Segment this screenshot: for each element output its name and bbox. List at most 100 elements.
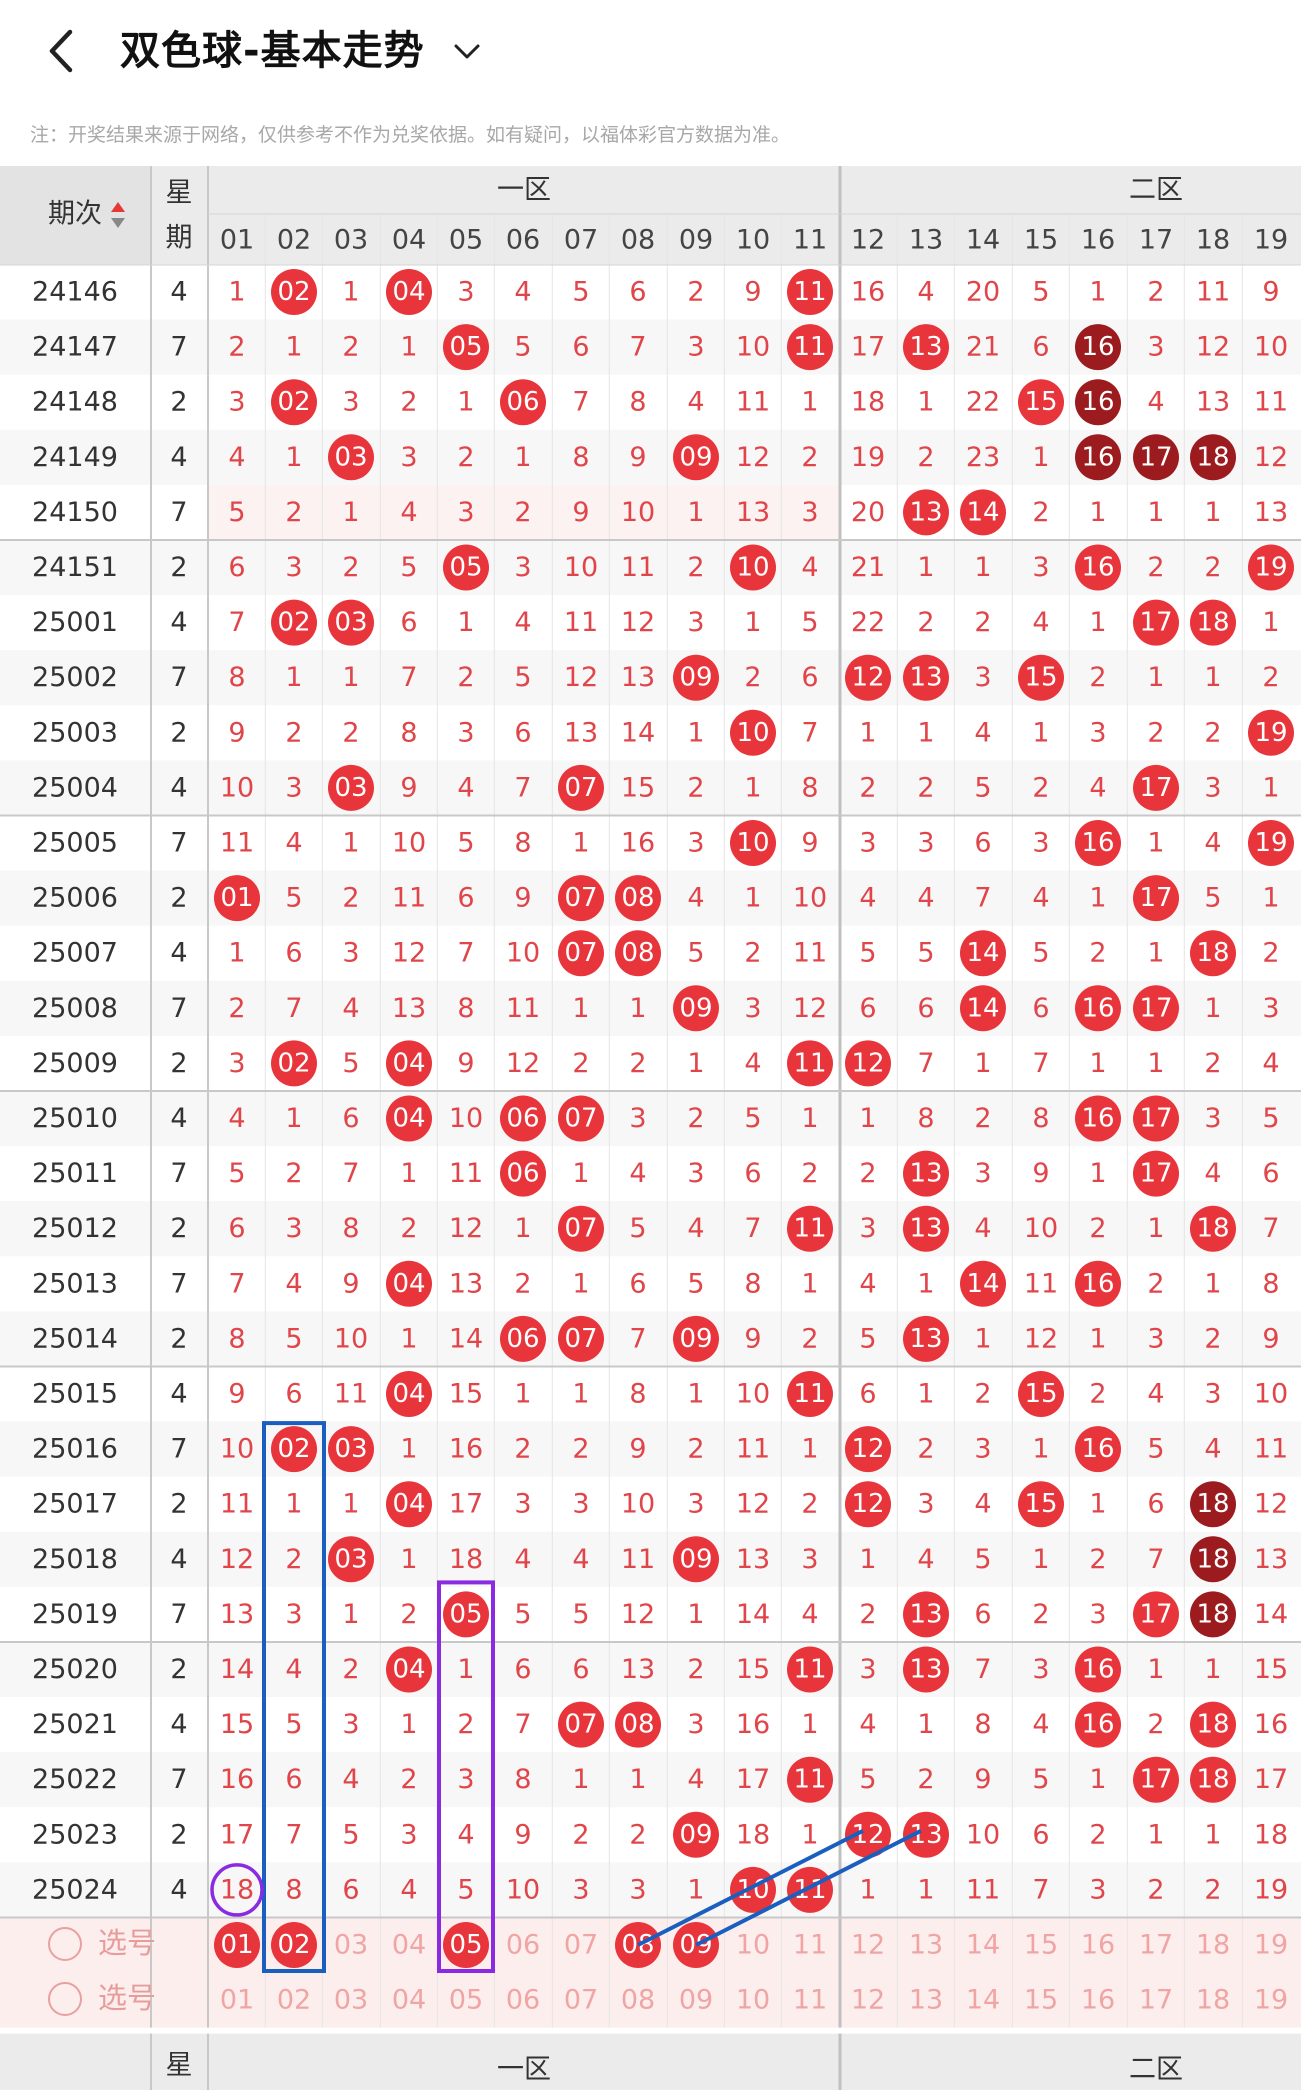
select-number: 18 (1196, 1930, 1230, 1961)
miss-count: 7 (744, 1213, 761, 1244)
miss-count: 5 (1032, 938, 1049, 969)
miss-count: 6 (285, 1764, 302, 1795)
miss-count: 14 (1254, 1599, 1288, 1630)
drawn-number: 10 (736, 718, 769, 748)
bottom-zone2-label: 二区 (1129, 2054, 1183, 2085)
column-header: 07 (564, 225, 598, 256)
miss-count: 2 (917, 1434, 934, 1465)
miss-count: 4 (285, 828, 302, 859)
miss-count: 3 (859, 1654, 876, 1685)
miss-count: 16 (621, 828, 655, 859)
back-button[interactable] (40, 24, 84, 78)
miss-count: 13 (736, 497, 770, 528)
miss-count: 6 (285, 1379, 302, 1410)
drawn-number: 12 (851, 1048, 884, 1078)
chevron-down-icon[interactable] (450, 34, 484, 68)
drawn-number: 18 (1196, 608, 1229, 638)
miss-count: 5 (572, 1599, 589, 1630)
select-number: 19 (1254, 1985, 1288, 2016)
miss-count: 5 (1032, 277, 1049, 308)
miss-count: 3 (917, 828, 934, 859)
drawn-number: 18 (1196, 1489, 1229, 1519)
miss-count: 6 (514, 717, 531, 748)
drawn-number: 18 (1196, 1544, 1229, 1574)
miss-count: 7 (514, 772, 531, 803)
issue-number: 24150 (32, 497, 118, 528)
drawn-number: 18 (1196, 1214, 1229, 1244)
miss-count: 12 (621, 1599, 655, 1630)
miss-count: 2 (572, 1048, 589, 1079)
miss-count: 4 (514, 1544, 531, 1575)
issue-number: 25018 (32, 1544, 118, 1575)
weekday-value: 2 (170, 387, 187, 418)
miss-count: 1 (801, 387, 818, 418)
weekday-value: 7 (170, 1599, 187, 1630)
select-number: 09 (679, 1985, 713, 2016)
bottom-weekday-top: 星 (166, 2050, 193, 2081)
miss-count: 2 (1147, 1268, 1164, 1299)
miss-count: 1 (400, 1158, 417, 1189)
miss-count: 4 (744, 1048, 761, 1079)
miss-count: 4 (1262, 1048, 1279, 1079)
miss-count: 11 (506, 993, 540, 1024)
select-number: 18 (1196, 1985, 1230, 2016)
miss-count: 12 (449, 1213, 483, 1244)
selected-number: 02 (277, 1930, 310, 1960)
miss-count: 12 (220, 1544, 254, 1575)
miss-count: 7 (285, 1819, 302, 1850)
miss-count: 3 (228, 387, 245, 418)
issue-number: 25010 (32, 1103, 118, 1134)
drawn-number: 16 (1081, 1269, 1114, 1299)
miss-count: 5 (974, 1544, 991, 1575)
miss-count: 3 (1204, 772, 1221, 803)
miss-count: 7 (917, 1048, 934, 1079)
column-header: 17 (1139, 225, 1173, 256)
miss-count: 12 (392, 938, 426, 969)
miss-count: 1 (1147, 662, 1164, 693)
miss-count: 6 (228, 1213, 245, 1244)
drawn-number: 07 (564, 1324, 597, 1354)
miss-count: 5 (1262, 1103, 1279, 1134)
miss-count: 4 (1204, 1434, 1221, 1465)
column-header: 16 (1081, 225, 1115, 256)
issue-column-header: 期次 (48, 199, 102, 230)
drawn-number: 15 (1024, 663, 1057, 693)
select-number: 03 (334, 1930, 368, 1961)
miss-count: 10 (506, 1874, 540, 1905)
miss-count: 5 (228, 497, 245, 528)
column-header: 08 (621, 225, 655, 256)
miss-count: 9 (228, 717, 245, 748)
miss-count: 3 (572, 1489, 589, 1520)
miss-count: 5 (342, 1819, 359, 1850)
header: 双色球-基本走势 (0, 0, 1301, 100)
miss-count: 4 (1204, 1158, 1221, 1189)
miss-count: 1 (228, 938, 245, 969)
miss-count: 7 (514, 1709, 531, 1740)
miss-count: 13 (621, 1654, 655, 1685)
drawn-number: 16 (1081, 553, 1114, 583)
miss-count: 2 (1147, 717, 1164, 748)
trend-chart: 期次星期一区 二区01 02 03 04 05 06 07 08 09 10 11 12 13 14 15 16… (0, 166, 1301, 2090)
miss-count: 1 (285, 442, 302, 473)
miss-count: 20 (851, 497, 885, 528)
miss-count: 1 (629, 1764, 646, 1795)
miss-count: 1 (457, 1654, 474, 1685)
miss-count: 2 (1204, 1048, 1221, 1079)
weekday-value: 2 (170, 1213, 187, 1244)
miss-count: 11 (564, 607, 598, 638)
miss-count: 10 (736, 332, 770, 363)
issue-number: 24148 (32, 387, 118, 418)
miss-count: 2 (228, 332, 245, 363)
miss-count: 6 (974, 828, 991, 859)
miss-count: 1 (514, 1379, 531, 1410)
miss-count: 3 (400, 442, 417, 473)
miss-count: 2 (801, 1158, 818, 1189)
miss-count: 12 (1196, 332, 1230, 363)
column-header: 06 (506, 225, 540, 256)
miss-count: 6 (1032, 1819, 1049, 1850)
weekday-value: 7 (170, 332, 187, 363)
miss-count: 3 (457, 277, 474, 308)
miss-count: 8 (1262, 1268, 1279, 1299)
miss-count: 6 (629, 1268, 646, 1299)
miss-count: 1 (744, 883, 761, 914)
